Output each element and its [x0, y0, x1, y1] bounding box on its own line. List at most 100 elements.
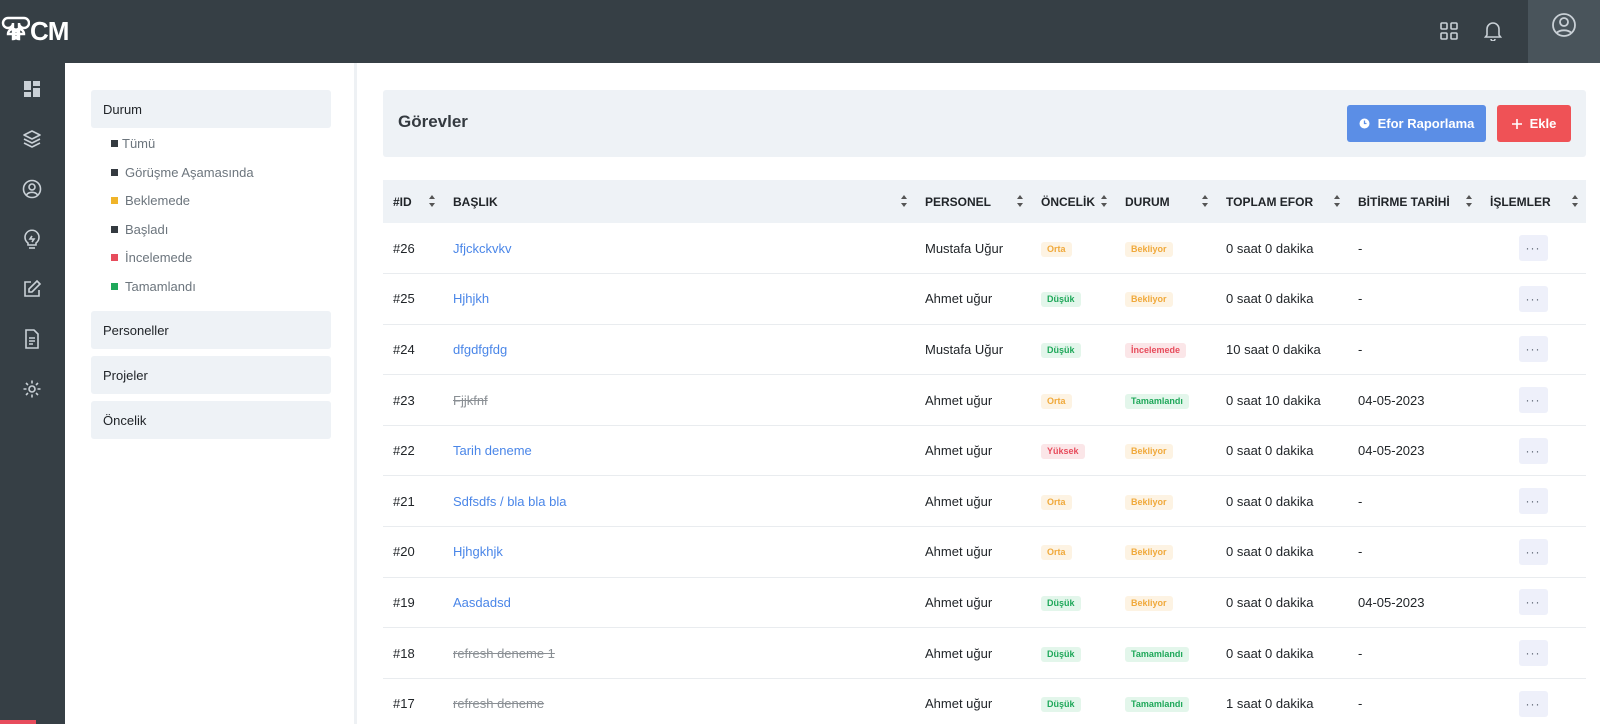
- task-title-cell: dfgdfgfdg: [443, 324, 915, 375]
- task-effort: 0 saat 0 dakika: [1226, 443, 1314, 459]
- efor-raporlama-label: Efor Raporlama: [1377, 116, 1475, 131]
- sidebar-rail: [0, 63, 65, 724]
- task-title-link[interactable]: Hjhgkhjk: [453, 544, 503, 559]
- task-title-link[interactable]: refresh deneme: [453, 696, 544, 711]
- row-actions-button[interactable]: ···: [1518, 387, 1548, 414]
- filter-option-label: Tümü: [122, 135, 156, 151]
- task-id: #22: [393, 443, 415, 459]
- task-id: #26: [393, 240, 415, 256]
- column-header-oncelik[interactable]: ÖNCELİK: [1031, 180, 1115, 223]
- page-title: Görevler: [398, 112, 468, 131]
- status-badge: Tamamlandı: [1125, 646, 1189, 662]
- task-title-cell: Fjjkfnf: [443, 375, 915, 426]
- row-actions-button[interactable]: ···: [1518, 488, 1548, 515]
- column-header-personel[interactable]: PERSONEL: [915, 180, 1031, 223]
- column-header-label: DURUM: [1125, 194, 1170, 209]
- task-title-link[interactable]: Tarih deneme: [453, 443, 532, 458]
- app-logo[interactable]: CM: [0, 14, 69, 48]
- task-id: #20: [393, 544, 415, 560]
- table-row: #19 Aasdadsd Ahmet uğur Düşük Bekliyor 0 saat…: [383, 577, 1586, 628]
- column-header-label: #ID: [393, 194, 412, 209]
- task-priority-cell: Düşük: [1031, 274, 1115, 325]
- filter-option-tumu[interactable]: Tümü: [111, 134, 155, 152]
- priority-badge: Yüksek: [1041, 444, 1085, 460]
- ekle-label: Ekle: [1529, 116, 1557, 131]
- priority-badge: Düşük: [1041, 697, 1081, 713]
- filter-panel: Durum Tümü Görüşme Aşamasında Beklemede …: [65, 63, 357, 724]
- task-title-link[interactable]: Aasdadsd: [453, 595, 511, 610]
- filter-option-basladi[interactable]: Başladı: [111, 220, 168, 238]
- filter-group-oncelik[interactable]: Öncelik: [91, 401, 331, 439]
- column-header-durum[interactable]: DURUM: [1115, 180, 1216, 223]
- user-circle-icon: [1552, 13, 1576, 37]
- row-actions-button[interactable]: ···: [1518, 690, 1548, 717]
- filter-group-durum[interactable]: Durum: [91, 90, 331, 128]
- task-priority-cell: Düşük: [1031, 678, 1115, 724]
- logo-text: CM: [30, 15, 69, 46]
- row-actions-button[interactable]: ···: [1518, 336, 1548, 363]
- bell-icon[interactable]: [1479, 17, 1507, 45]
- table-header-row: #ID BAŞLIK PERSONEL ÖNCELİK DURUM TOPLAM…: [383, 180, 1586, 223]
- column-header-toplam-efor[interactable]: TOPLAM EFOR: [1216, 180, 1348, 223]
- column-header-id[interactable]: #ID: [383, 180, 443, 223]
- column-header-baslik[interactable]: BAŞLIK: [443, 180, 915, 223]
- task-title-link[interactable]: dfgdfgfdg: [453, 342, 507, 357]
- lightbulb-icon[interactable]: [18, 225, 46, 253]
- user-icon[interactable]: [18, 175, 46, 203]
- task-title-cell: Jfjckckvkv: [443, 223, 915, 274]
- settings-icon[interactable]: [18, 375, 46, 403]
- task-title-cell: refresh deneme: [443, 678, 915, 724]
- filter-group-projeler[interactable]: Projeler: [91, 356, 331, 394]
- user-menu[interactable]: [1528, 0, 1600, 63]
- filter-option-tamamlandi[interactable]: Tamamlandı: [111, 277, 196, 295]
- filter-option-label: Beklemede: [125, 192, 191, 208]
- edit-icon[interactable]: [18, 275, 46, 303]
- task-due-date: 04-05-2023: [1358, 594, 1425, 610]
- task-title-link[interactable]: Jfjckckvkv: [453, 241, 512, 256]
- table-row: #17 refresh deneme Ahmet uğur Düşük Tamamlan…: [383, 678, 1586, 724]
- task-due-date: -: [1358, 544, 1363, 560]
- task-due-date: 04-05-2023: [1358, 392, 1425, 408]
- task-title-link[interactable]: Sdfsdfs / bla bla bla: [453, 494, 566, 509]
- dashboard-icon[interactable]: [18, 75, 46, 103]
- document-icon[interactable]: [18, 325, 46, 353]
- priority-badge: Orta: [1041, 241, 1072, 257]
- row-actions-button[interactable]: ···: [1518, 235, 1548, 262]
- task-due-date: -: [1358, 240, 1363, 256]
- filter-group-label: Öncelik: [103, 412, 147, 428]
- task-personel: Ahmet uğur: [925, 544, 993, 560]
- priority-badge: Düşük: [1041, 292, 1081, 308]
- efor-raporlama-button[interactable]: Efor Raporlama: [1347, 105, 1486, 142]
- task-title-link[interactable]: Hjhjkh: [453, 291, 489, 306]
- column-header-islemler[interactable]: İŞLEMLER: [1480, 180, 1586, 223]
- task-title-link[interactable]: refresh deneme 1: [453, 646, 555, 661]
- filter-group-personeller[interactable]: Personeller: [91, 311, 331, 349]
- filter-option-incelemede[interactable]: İncelemede: [111, 248, 192, 266]
- task-actions-cell: ···: [1480, 223, 1586, 274]
- status-badge: İncelemede: [1125, 342, 1187, 358]
- table-row: #22 Tarih deneme Ahmet uğur Yüksek Bekliyor 0…: [383, 425, 1586, 476]
- apps-grid-icon[interactable]: [1435, 17, 1463, 45]
- task-id: #24: [393, 341, 415, 357]
- row-actions-button[interactable]: ···: [1518, 437, 1548, 464]
- priority-badge: Düşük: [1041, 595, 1081, 611]
- filter-option-beklemede[interactable]: Beklemede: [111, 191, 190, 209]
- table-row: #24 dfgdfgfdg Mustafa Uğur Düşük İncelemede 1…: [383, 324, 1586, 375]
- task-priority-cell: Orta: [1031, 527, 1115, 578]
- sort-icon: [1017, 195, 1023, 207]
- filter-option-label: Tamamlandı: [125, 278, 196, 294]
- row-actions-button[interactable]: ···: [1518, 589, 1548, 616]
- filter-option-gorusme[interactable]: Görüşme Aşamasında: [111, 163, 254, 181]
- ekle-button[interactable]: Ekle: [1497, 105, 1571, 142]
- column-header-label: ÖNCELİK: [1041, 194, 1095, 209]
- column-header-label: İŞLEMLER: [1490, 194, 1551, 209]
- row-actions-button[interactable]: ···: [1518, 538, 1548, 565]
- column-header-bitirme-tarihi[interactable]: BİTİRME TARİHİ: [1348, 180, 1480, 223]
- status-badge: Bekliyor: [1125, 292, 1173, 308]
- task-personel: Ahmet uğur: [925, 392, 993, 408]
- row-actions-button[interactable]: ···: [1518, 285, 1548, 312]
- task-title-link[interactable]: Fjjkfnf: [453, 393, 488, 408]
- layers-icon[interactable]: [18, 125, 46, 153]
- row-actions-button[interactable]: ···: [1518, 640, 1548, 667]
- task-actions-cell: ···: [1480, 274, 1586, 325]
